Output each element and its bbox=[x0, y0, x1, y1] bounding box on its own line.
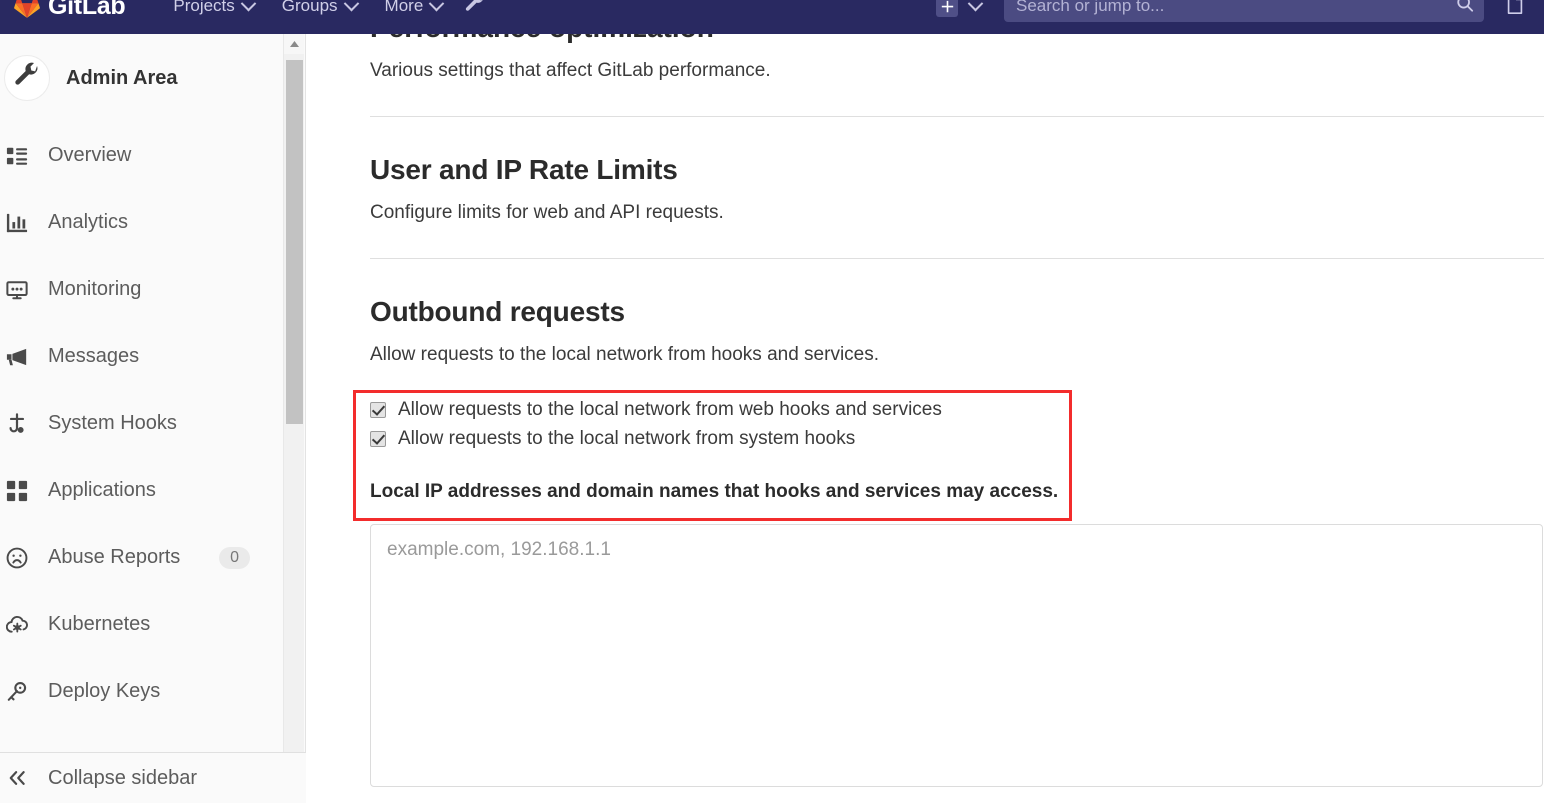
section-heading: Outbound requests bbox=[370, 296, 625, 327]
sidebar-item-monitoring[interactable]: Monitoring bbox=[0, 256, 284, 323]
sidebar-item-analytics[interactable]: Analytics bbox=[0, 189, 284, 256]
checkbox-row-web-hooks[interactable]: Allow requests to the local network from… bbox=[370, 395, 1544, 424]
allow-local-network-webhooks-checkbox[interactable] bbox=[370, 401, 386, 418]
search-box bbox=[1004, 0, 1484, 22]
allow-local-network-system-hooks-label[interactable]: Allow requests to the local network from… bbox=[398, 428, 855, 450]
sidebar-item-label: Deploy Keys bbox=[48, 680, 161, 702]
outbound-checkbox-group: Allow requests to the local network from… bbox=[370, 395, 1544, 453]
sidebar-item-label: Messages bbox=[48, 345, 140, 367]
overview-list-icon bbox=[4, 143, 30, 169]
navbar-right-group bbox=[936, 0, 1534, 25]
allow-local-network-system-hooks-checkbox[interactable] bbox=[370, 430, 386, 447]
issues-document-icon bbox=[1505, 0, 1525, 20]
chart-bar-icon bbox=[4, 210, 30, 236]
nav-groups-label: Groups bbox=[281, 0, 338, 15]
chevron-down-icon bbox=[343, 0, 359, 11]
nav-projects-label: Projects bbox=[173, 0, 235, 15]
sidebar-item-label: Analytics bbox=[48, 211, 129, 233]
section-heading: User and IP Rate Limits bbox=[370, 154, 678, 185]
sidebar-item-label: Monitoring bbox=[48, 278, 142, 300]
sidebar-item-system-hooks[interactable]: System Hooks bbox=[0, 390, 284, 457]
chevron-down-icon bbox=[429, 0, 445, 11]
section-description: Allow requests to the local network from… bbox=[370, 344, 880, 365]
nav-more[interactable]: More bbox=[371, 0, 457, 22]
allowlist-field-label: Local IP addresses and domain names that… bbox=[370, 481, 1059, 502]
applications-grid-icon bbox=[4, 478, 30, 504]
sidebar-admin-header[interactable]: Admin Area bbox=[0, 34, 284, 122]
sidebar-item-label: System Hooks bbox=[48, 412, 177, 434]
settings-sections: Various settings that affect GitLab perf… bbox=[307, 34, 1544, 787]
nav-more-label: More bbox=[384, 0, 424, 15]
new-item-button[interactable] bbox=[936, 0, 958, 17]
section-outbound-requests: Outbound requests Allow requests to the … bbox=[370, 259, 1544, 787]
wrench-icon bbox=[464, 0, 486, 20]
sidebar-item-abuse-reports[interactable]: Abuse Reports 0 bbox=[0, 524, 284, 591]
key-icon bbox=[4, 679, 30, 705]
monitor-icon bbox=[4, 277, 30, 303]
admin-area-link[interactable] bbox=[456, 0, 494, 25]
chevron-down-icon bbox=[240, 0, 257, 11]
search-icon[interactable] bbox=[1456, 0, 1474, 18]
gitlab-logo-icon[interactable] bbox=[14, 0, 40, 19]
admin-sidebar: Admin Area Overview Analytics Monitoring… bbox=[0, 34, 306, 803]
new-item-dropdown-toggle[interactable] bbox=[960, 0, 990, 21]
sidebar-item-overview[interactable]: Overview bbox=[0, 122, 284, 189]
sidebar-item-kubernetes[interactable]: Kubernetes bbox=[0, 591, 284, 658]
frown-face-icon bbox=[4, 545, 30, 571]
sidebar-item-deploy-keys[interactable]: Deploy Keys bbox=[0, 658, 284, 725]
sidebar-item-label: Overview bbox=[48, 144, 132, 166]
megaphone-icon bbox=[4, 344, 30, 370]
issues-link[interactable] bbox=[1496, 0, 1534, 25]
checkbox-row-system-hooks[interactable]: Allow requests to the local network from… bbox=[370, 424, 1544, 453]
section-description: Configure limits for web and API request… bbox=[370, 202, 724, 223]
main-content: Performance optimization Various setting… bbox=[307, 34, 1544, 803]
navbar-left-group: GitLab Projects Groups More bbox=[14, 0, 494, 25]
sidebar-scrollbar-track[interactable] bbox=[283, 34, 304, 752]
collapse-sidebar-button[interactable]: Collapse sidebar bbox=[0, 752, 306, 803]
scroll-up-arrow-icon[interactable] bbox=[284, 34, 304, 54]
sidebar-scrollbar-thumb[interactable] bbox=[286, 60, 303, 424]
sidebar-item-label: Abuse Reports bbox=[48, 546, 181, 568]
hook-icon bbox=[4, 411, 30, 437]
allow-local-network-webhooks-label[interactable]: Allow requests to the local network from… bbox=[398, 399, 942, 421]
sidebar-title: Admin Area bbox=[66, 66, 178, 89]
top-navbar: GitLab Projects Groups More bbox=[0, 0, 1544, 34]
cloud-gear-icon bbox=[4, 612, 30, 638]
search-input[interactable] bbox=[1004, 0, 1484, 22]
allowlist-textarea[interactable] bbox=[370, 524, 1543, 787]
sidebar-item-label: Kubernetes bbox=[48, 613, 151, 635]
section-rate-limits: User and IP Rate Limits Configure limits… bbox=[370, 117, 1544, 259]
nav-projects[interactable]: Projects bbox=[159, 0, 267, 22]
plus-icon bbox=[941, 0, 954, 13]
wrench-icon bbox=[13, 62, 41, 95]
double-chevron-left-icon bbox=[4, 765, 30, 791]
sidebar-item-applications[interactable]: Applications bbox=[0, 457, 284, 524]
chevron-down-icon bbox=[967, 0, 983, 11]
sidebar-item-label: Applications bbox=[48, 479, 156, 501]
collapse-sidebar-label: Collapse sidebar bbox=[48, 766, 197, 789]
avatar bbox=[4, 55, 50, 101]
sidebar-scroll-region: Admin Area Overview Analytics Monitoring… bbox=[0, 34, 284, 752]
nav-groups[interactable]: Groups bbox=[268, 0, 371, 22]
section-performance: Various settings that affect GitLab perf… bbox=[370, 34, 1544, 117]
brand-name[interactable]: GitLab bbox=[48, 0, 126, 21]
status-badge: 0 bbox=[219, 546, 250, 569]
page-title-clipped: Performance optimization bbox=[370, 34, 714, 44]
sidebar-item-messages[interactable]: Messages bbox=[0, 323, 284, 390]
